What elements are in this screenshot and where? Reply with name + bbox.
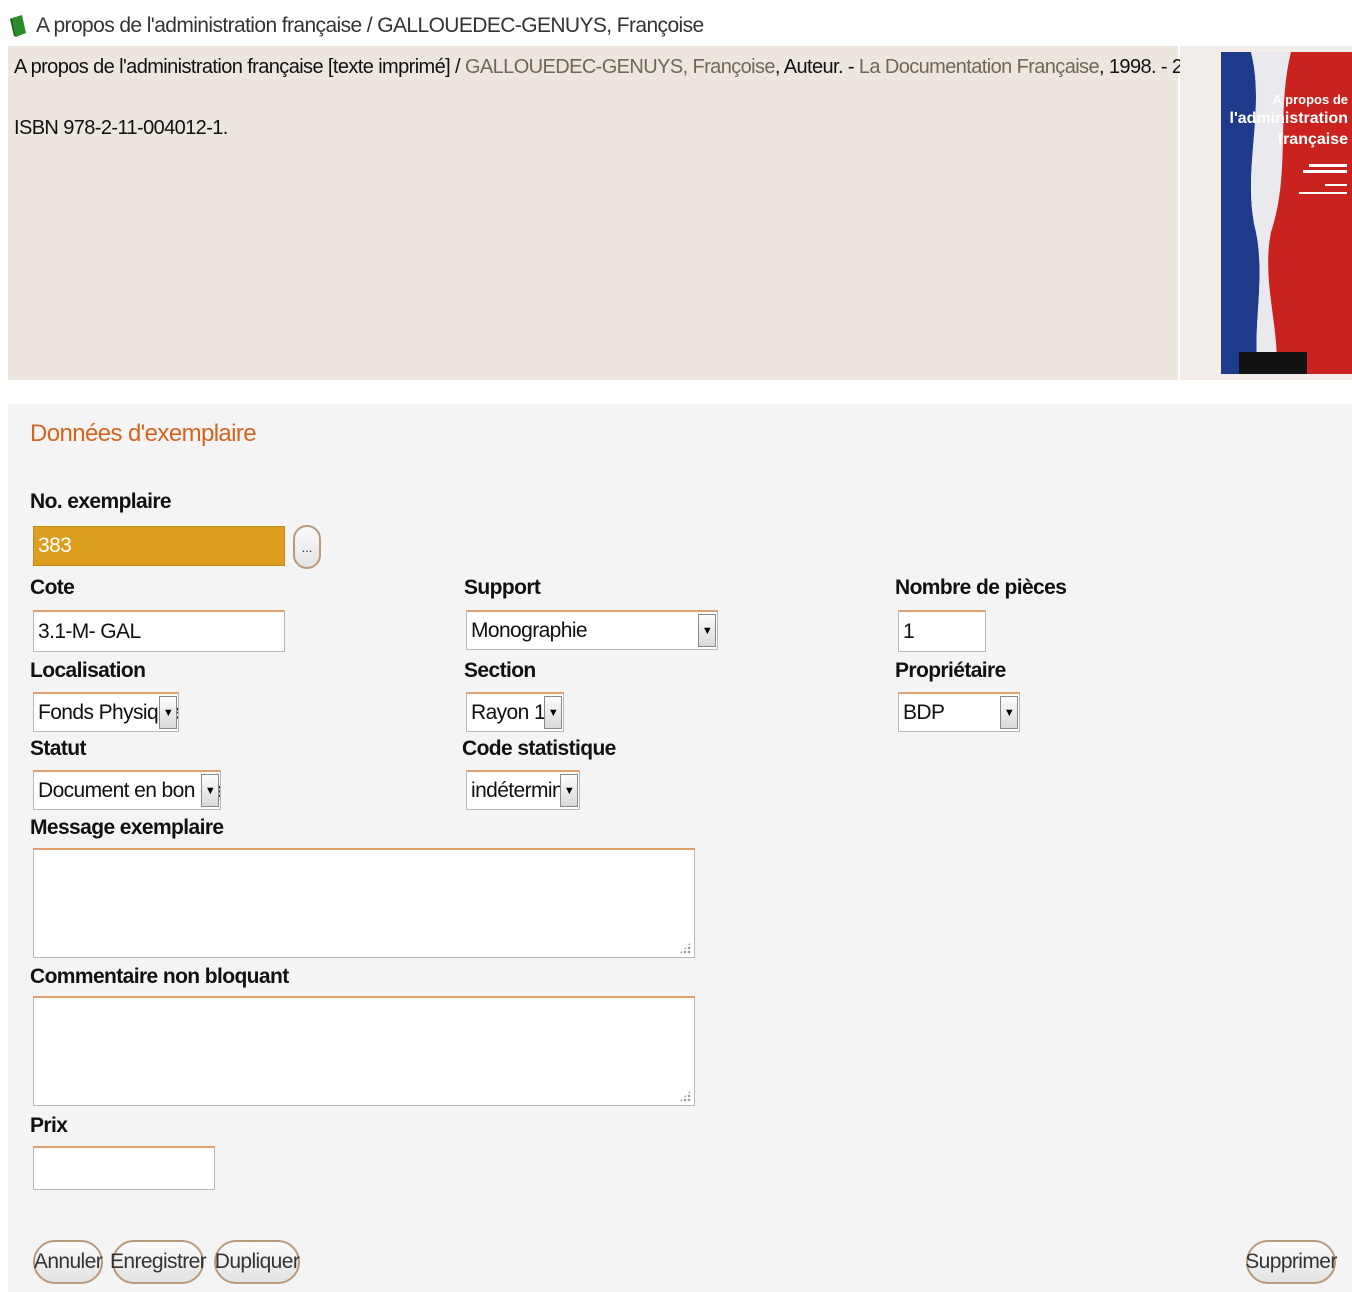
statut-value: Document en bon état: [38, 778, 221, 802]
message-exemplaire-label: Message exemplaire: [30, 816, 224, 839]
code-statistique-value: indéterminé: [471, 778, 575, 802]
cover-title-line2: l'administration: [1230, 110, 1348, 127]
support-value: Monographie: [471, 618, 588, 642]
notice-panel: A propos de l'administration française […: [8, 46, 1220, 380]
localisation-label: Localisation: [30, 659, 146, 682]
section-label: Section: [464, 659, 536, 682]
localisation-value: Fonds Physique: [38, 700, 179, 724]
chevron-down-icon: ▼: [560, 774, 578, 807]
no-exemplaire-field[interactable]: 383: [33, 526, 285, 566]
code-statistique-select[interactable]: indéterminé ▼: [466, 770, 580, 810]
proprietaire-select[interactable]: BDP ▼: [898, 692, 1020, 732]
proprietaire-label: Propriétaire: [895, 659, 1006, 682]
page-header: A propos de l'administration française /…: [10, 10, 704, 42]
cover-title-line3: française: [1278, 131, 1348, 148]
book-icon: [10, 15, 26, 37]
chevron-down-icon: ▼: [159, 696, 177, 729]
enregistrer-button[interactable]: Enregistrer: [110, 1240, 207, 1284]
resize-grip-icon[interactable]: [679, 1090, 691, 1102]
author-link[interactable]: GALLOUEDEC-GENUYS, Françoise: [465, 56, 776, 78]
supprimer-button[interactable]: Supprimer: [1245, 1240, 1337, 1284]
chevron-down-icon: ▼: [1000, 696, 1018, 729]
prix-field[interactable]: [33, 1146, 215, 1190]
notice-title: A propos de l'administration française […: [14, 56, 465, 78]
statut-label: Statut: [30, 737, 87, 760]
chevron-down-icon: ▼: [544, 696, 562, 729]
cover-box: A propos de l'administration française: [1180, 46, 1352, 380]
message-exemplaire-textarea[interactable]: [33, 848, 695, 958]
publisher-link[interactable]: La Documentation Française: [859, 56, 1100, 78]
cote-label: Cote: [30, 576, 75, 599]
annuler-button[interactable]: Annuler: [33, 1240, 103, 1284]
cote-field[interactable]: 3.1-M- GAL: [33, 610, 285, 652]
chevron-down-icon: ▼: [698, 614, 716, 647]
book-cover-image: A propos de l'administration française: [1221, 52, 1352, 374]
localisation-select[interactable]: Fonds Physique ▼: [33, 692, 179, 732]
commentaire-label: Commentaire non bloquant: [30, 965, 289, 988]
nombre-pieces-field[interactable]: 1: [898, 610, 986, 652]
support-label: Support: [464, 576, 541, 599]
isbn: ISBN 978-2-11-004012-1.: [14, 117, 228, 139]
exemplaire-form: Données d'exemplaire No. exemplaire 383 …: [8, 404, 1352, 1292]
author-role: , Auteur. -: [774, 56, 859, 78]
statut-select[interactable]: Document en bon état ▼: [33, 770, 221, 810]
commentaire-textarea[interactable]: [33, 996, 695, 1106]
code-statistique-label: Code statistique: [462, 737, 616, 760]
page-title: A propos de l'administration française /…: [36, 14, 704, 37]
proprietaire-value: BDP: [903, 700, 945, 724]
cover-title-line1: A propos de: [1273, 92, 1348, 107]
no-exemplaire-lookup-button[interactable]: ...: [293, 525, 321, 569]
no-exemplaire-label: No. exemplaire: [30, 490, 172, 513]
prix-label: Prix: [30, 1114, 68, 1137]
notice-description: A propos de l'administration française […: [14, 56, 1220, 79]
dupliquer-button[interactable]: Dupliquer: [214, 1240, 300, 1284]
nombre-pieces-label: Nombre de pièces: [895, 576, 1067, 599]
support-select[interactable]: Monographie ▼: [466, 610, 718, 650]
section-title: Données d'exemplaire: [30, 420, 257, 447]
resize-grip-icon[interactable]: [679, 942, 691, 954]
section-select[interactable]: Rayon 1a ▼: [466, 692, 564, 732]
chevron-down-icon: ▼: [201, 774, 219, 807]
